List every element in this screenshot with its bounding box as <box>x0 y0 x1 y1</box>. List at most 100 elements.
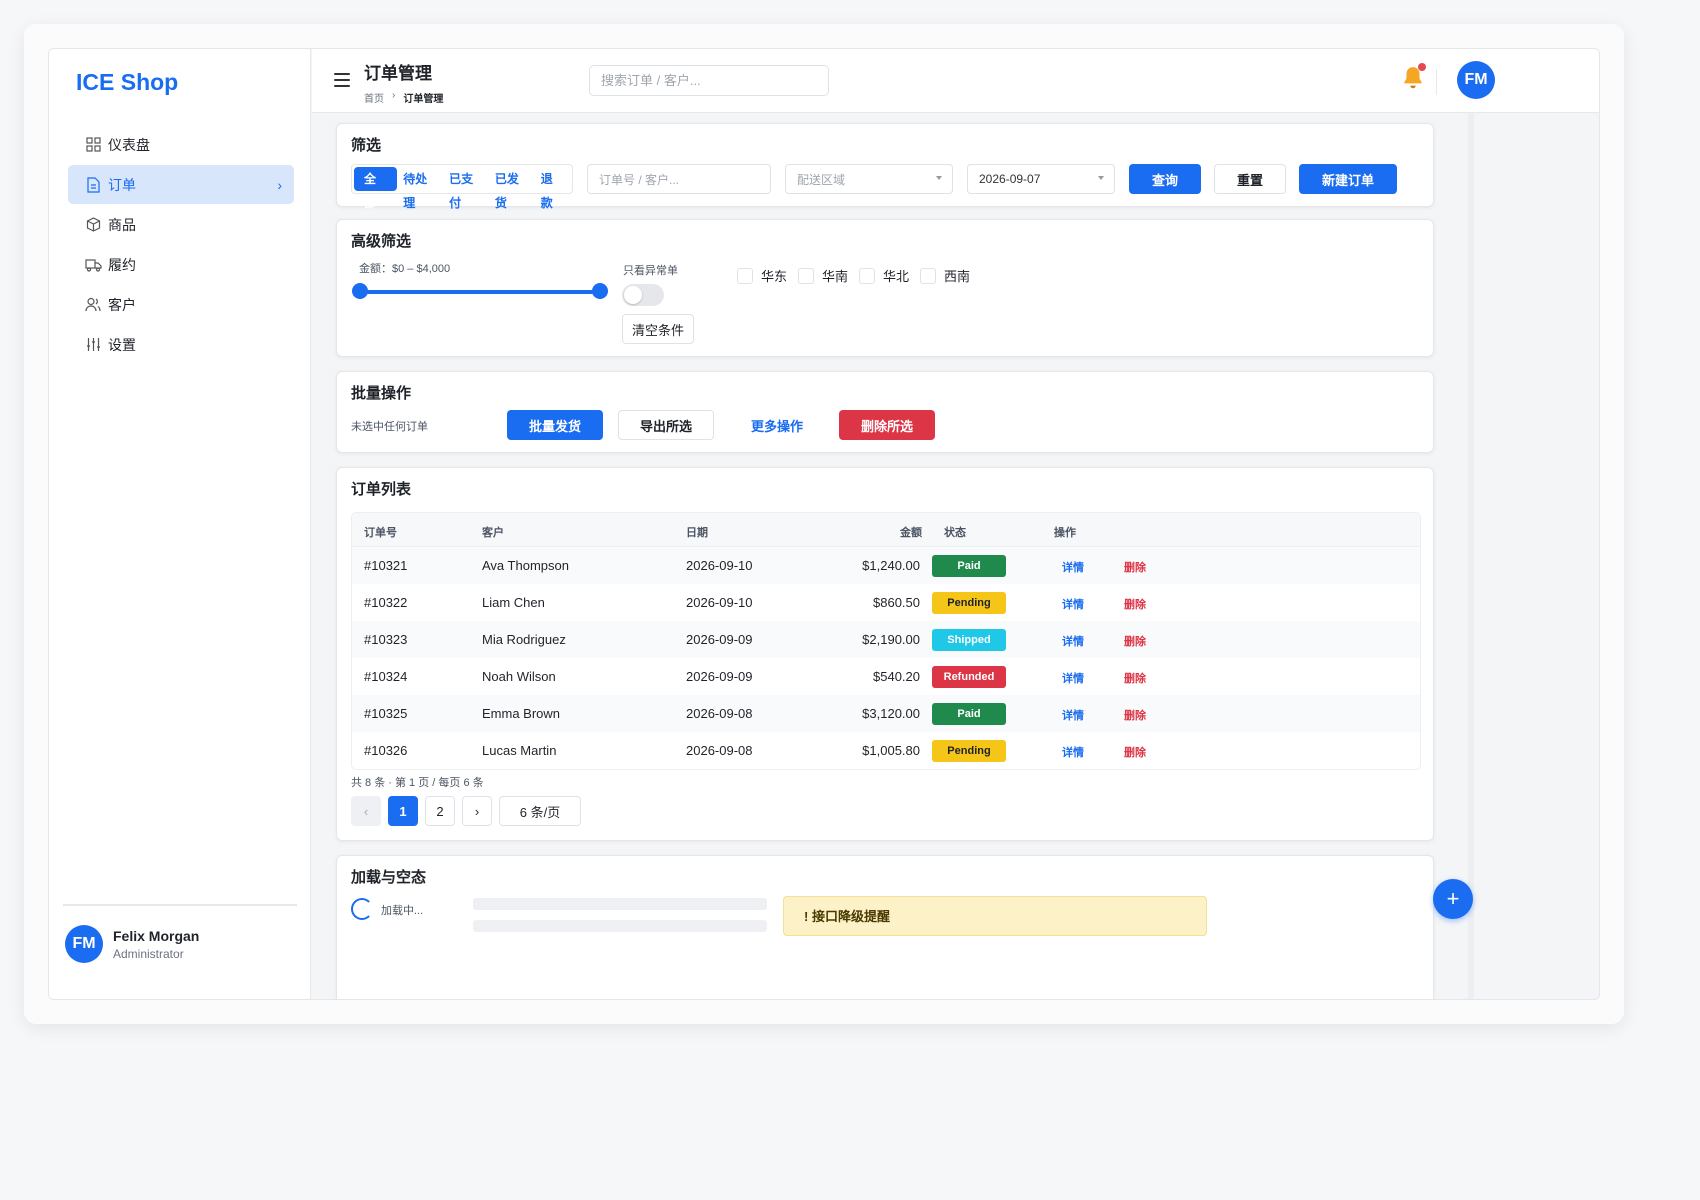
skeleton-line <box>473 898 767 910</box>
region-checkbox-north[interactable]: 华北 <box>859 266 909 285</box>
delete-link[interactable]: 删除 <box>1124 707 1146 723</box>
detail-link[interactable]: 详情 <box>1062 707 1084 723</box>
bulk-ship-button[interactable]: 批量发货 <box>507 410 603 440</box>
sidebar-item-settings[interactable]: 设置 <box>68 325 294 364</box>
bulk-title: 批量操作 <box>351 385 412 402</box>
detail-link[interactable]: 详情 <box>1062 744 1084 760</box>
pager-next-button[interactable]: › <box>462 796 492 826</box>
anomaly-toggle[interactable] <box>622 284 664 306</box>
order-id: #10325 <box>364 706 408 721</box>
customer-name: Mia Rodriguez <box>482 632 566 647</box>
chevron-right-icon: › <box>277 176 282 193</box>
hamburger-menu-icon[interactable] <box>334 73 350 87</box>
table-row[interactable]: #10322 Liam Chen 2026-09-10 $860.50 Pending 详… <box>352 584 1420 621</box>
reset-button[interactable]: 重置 <box>1214 164 1286 194</box>
customer-name: Emma Brown <box>482 706 561 721</box>
column-header-amount[interactable]: 金额 <box>900 524 922 540</box>
loading-spinner-icon <box>351 898 373 920</box>
status-badge: Pending <box>932 592 1006 614</box>
column-header-date[interactable]: 日期 <box>686 524 708 540</box>
pager-page-2[interactable]: 2 <box>425 796 455 826</box>
region-checkbox-south[interactable]: 华南 <box>798 266 848 285</box>
clear-conditions-button[interactable]: 清空条件 <box>622 314 694 344</box>
search-input[interactable] <box>589 65 829 96</box>
region-select[interactable]: 配送区域 <box>785 164 953 194</box>
tab-shipped[interactable]: 已发货 <box>490 167 535 210</box>
column-header-actions: 操作 <box>1054 527 1076 539</box>
delete-link[interactable]: 删除 <box>1124 744 1146 760</box>
detail-link[interactable]: 详情 <box>1062 633 1084 649</box>
sidebar-item-fulfillment[interactable]: 履约 <box>68 245 294 284</box>
tab-pending[interactable]: 待处理 <box>398 167 443 210</box>
main-scrollbar[interactable] <box>1468 113 1474 999</box>
filter-title: 筛选 <box>351 137 382 154</box>
delete-link[interactable]: 删除 <box>1124 559 1146 575</box>
header-avatar[interactable]: FM <box>1457 61 1495 99</box>
region-checkbox-east[interactable]: 华东 <box>737 266 787 285</box>
users-icon <box>84 296 102 314</box>
status-badge: Pending <box>932 740 1006 762</box>
table-row[interactable]: #10324 Noah Wilson 2026-09-09 $540.20 Refund… <box>352 658 1420 695</box>
date-picker[interactable]: 2026-09-07 <box>967 164 1115 194</box>
tab-all[interactable]: 全部 <box>354 167 398 210</box>
cube-icon <box>84 216 102 234</box>
table-row[interactable]: #10323 Mia Rodriguez 2026-09-09 $2,190.00 Sh… <box>352 621 1420 658</box>
top-header: 订单管理 首页 › 订单管理 FM <box>312 49 1599 113</box>
sidebar-item-orders[interactable]: 订单 › <box>68 165 294 204</box>
page-title: 订单管理 <box>364 64 432 83</box>
table-row[interactable]: #10325 Emma Brown 2026-09-08 $3,120.00 Paid 详… <box>352 695 1420 732</box>
breadcrumb-home[interactable]: 首页 <box>364 90 384 105</box>
page-size-select[interactable]: 6 条/页 <box>499 796 581 826</box>
column-header-id[interactable]: 订单号 <box>364 524 397 540</box>
advanced-title: 高级筛选 <box>351 233 412 250</box>
orders-title: 订单列表 <box>351 481 412 498</box>
detail-link[interactable]: 详情 <box>1062 670 1084 686</box>
breadcrumb: 首页 › 订单管理 <box>364 90 443 105</box>
region-placeholder: 配送区域 <box>797 172 846 187</box>
order-id: #10322 <box>364 595 408 610</box>
floating-add-button[interactable]: + <box>1433 879 1473 919</box>
column-header-status[interactable]: 状态 <box>944 524 966 540</box>
document-icon <box>84 176 102 194</box>
delete-link[interactable]: 删除 <box>1124 670 1146 686</box>
sidebar-nav: 仪表盘 订单 › 商品 履约 客户 设置 <box>68 125 294 365</box>
query-button[interactable]: 查询 <box>1129 164 1201 194</box>
tab-paid[interactable]: 已支付 <box>444 167 489 210</box>
sidebar-item-label: 仪表盘 <box>108 136 150 153</box>
new-order-button[interactable]: 新建订单 <box>1299 164 1397 194</box>
delete-link[interactable]: 删除 <box>1124 596 1146 612</box>
amount-slider-track[interactable] <box>359 290 599 294</box>
skeleton-line <box>473 920 767 932</box>
header-divider <box>1436 69 1437 95</box>
column-header-customer[interactable]: 客户 <box>482 524 504 540</box>
export-selected-button[interactable]: 导出所选 <box>618 410 714 440</box>
order-id: #10323 <box>364 632 408 647</box>
sidebar-item-dashboard[interactable]: 仪表盘 <box>68 125 294 164</box>
sidebar-item-label: 订单 <box>108 176 136 193</box>
pager-page-1[interactable]: 1 <box>388 796 418 826</box>
region-checkbox-southwest[interactable]: 西南 <box>920 266 970 285</box>
tab-refund[interactable]: 退款 <box>536 167 569 210</box>
sidebar: ICE Shop 仪表盘 订单 › 商品 履约 客户 设置 FM Felix M… <box>49 49 311 999</box>
table-row[interactable]: #10326 Lucas Martin 2026-09-08 $1,005.80 Pen… <box>352 732 1420 769</box>
table-row[interactable]: #10321 Ava Thompson 2026-09-10 $1,240.00 Pai… <box>352 547 1420 584</box>
order-date: 2026-09-09 <box>686 669 753 684</box>
order-id: #10324 <box>364 669 408 684</box>
order-date: 2026-09-10 <box>686 595 753 610</box>
sidebar-item-products[interactable]: 商品 <box>68 205 294 244</box>
detail-link[interactable]: 详情 <box>1062 596 1084 612</box>
brand-logo[interactable]: ICE Shop <box>76 69 178 96</box>
more-actions-button[interactable]: 更多操作 <box>729 410 825 440</box>
order-date: 2026-09-10 <box>686 558 753 573</box>
keyword-input[interactable]: 订单号 / 客户... <box>587 164 771 194</box>
sidebar-item-customers[interactable]: 客户 <box>68 285 294 324</box>
detail-link[interactable]: 详情 <box>1062 559 1084 575</box>
delete-link[interactable]: 删除 <box>1124 633 1146 649</box>
delete-selected-button[interactable]: 删除所选 <box>839 410 935 440</box>
status-tabs: 全部 待处理 已支付 已发货 退款 <box>351 164 573 210</box>
amount-slider-min-handle[interactable] <box>352 283 368 299</box>
amount-slider-max-handle[interactable] <box>592 283 608 299</box>
user-profile[interactable]: FM Felix Morgan Administrator <box>65 925 199 963</box>
pager-prev-button[interactable]: ‹ <box>351 796 381 826</box>
order-amount: $1,240.00 <box>862 558 920 573</box>
